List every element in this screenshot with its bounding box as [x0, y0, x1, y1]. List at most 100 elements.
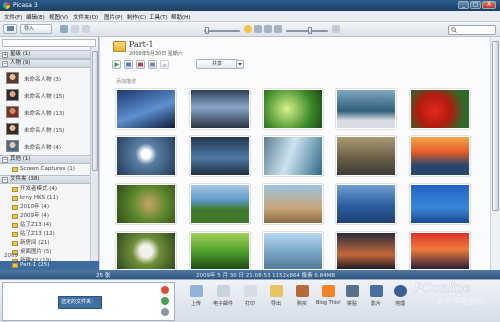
- folder-row[interactable]: 开发者模式 (4): [0, 185, 98, 194]
- tray-button-collage[interactable]: 拼贴: [342, 285, 362, 319]
- upload-button[interactable]: [148, 60, 157, 69]
- photo-thumbnail[interactable]: [190, 184, 250, 224]
- photo-thumbnail[interactable]: [410, 136, 470, 176]
- zoom-slider-track[interactable]: [286, 30, 328, 32]
- photo-thumbnail[interactable]: [116, 89, 176, 129]
- filter-slider-knob[interactable]: [205, 27, 209, 34]
- maximize-button[interactable]: □: [470, 1, 481, 9]
- photo-thumbnail[interactable]: [263, 184, 323, 224]
- folder-row[interactable]: 站了Z13 (4): [0, 221, 98, 230]
- menu-create[interactable]: 制作(C): [127, 13, 146, 21]
- photo-thumbnail[interactable]: [116, 184, 176, 224]
- folder-row[interactable]: krny HKS (11): [0, 194, 98, 203]
- title-bar: Picasa 3 _ □ X: [0, 0, 500, 11]
- collapse-toggle-icon[interactable]: −: [2, 61, 8, 67]
- hold-icon[interactable]: [161, 286, 169, 294]
- menu-file[interactable]: 文件(F): [4, 13, 22, 21]
- list-view-icon[interactable]: [71, 25, 79, 33]
- collage-button[interactable]: [136, 60, 145, 69]
- photo-thumbnail[interactable]: [336, 232, 396, 270]
- filter-slider-track[interactable]: [204, 30, 240, 32]
- share-dropdown[interactable]: [236, 60, 244, 69]
- photo-thumbnail[interactable]: [263, 232, 323, 270]
- menu-view[interactable]: 视图(V): [49, 13, 68, 21]
- grid-view-icon[interactable]: [60, 25, 68, 33]
- sidebar-scroll-thumb[interactable]: [92, 51, 98, 171]
- lock-button[interactable]: [160, 60, 169, 69]
- person-row[interactable]: 未命名人物 (4): [0, 139, 98, 153]
- tray-button-blog[interactable]: Blog This!: [316, 285, 341, 319]
- photo-thumbnail[interactable]: [116, 232, 176, 270]
- add-icon[interactable]: [161, 297, 169, 305]
- minimize-button[interactable]: _: [458, 1, 469, 9]
- person-row[interactable]: 未命名人物 (13): [0, 105, 98, 119]
- photo-thumbnail[interactable]: [336, 136, 396, 176]
- tray-button-movie[interactable]: 影片: [366, 285, 386, 319]
- folder-screen-captures[interactable]: Screen Captures (1): [0, 165, 98, 174]
- menu-edit[interactable]: 编辑(E): [26, 13, 45, 21]
- tray-button-email[interactable]: 电子邮件: [213, 285, 233, 319]
- sidebar-section-other[interactable]: − 其他 (1): [0, 155, 98, 164]
- selected-folder-part1[interactable]: Part-1 (25): [0, 261, 99, 270]
- menu-folder[interactable]: 文件夹(O): [73, 13, 98, 21]
- face-filter-icon[interactable]: [264, 25, 272, 33]
- photo-thumbnail[interactable]: [190, 232, 250, 270]
- folder-icon: [12, 196, 18, 201]
- search-input[interactable]: [448, 25, 496, 35]
- folder-row[interactable]: 2009年 (4): [0, 212, 98, 221]
- sidebar-section-people[interactable]: − 人物 (9): [0, 59, 98, 68]
- photo-thumbnail[interactable]: [190, 136, 250, 176]
- play-slideshow-button[interactable]: [112, 60, 121, 69]
- tray-selection-panel[interactable]: 选定的文件夹：25照片: [2, 282, 175, 321]
- person-row[interactable]: 未命名人物 (3): [0, 71, 98, 85]
- expand-toggle-icon[interactable]: +: [2, 52, 8, 58]
- folder-row[interactable]: 2010年 (4): [0, 203, 98, 212]
- clear-icon[interactable]: [161, 308, 169, 316]
- menu-picture[interactable]: 图片(P): [104, 13, 123, 21]
- tray-button-export[interactable]: 导出: [266, 285, 286, 319]
- close-button[interactable]: X: [482, 1, 496, 9]
- tray-button-label: 购买: [296, 301, 307, 307]
- new-album-button[interactable]: [3, 24, 17, 34]
- person-row[interactable]: 未命名人物 (15): [0, 122, 98, 136]
- import-button[interactable]: 导入: [20, 24, 52, 34]
- folder-row[interactable]: 新房间 (21): [0, 239, 98, 248]
- geo-filter-icon[interactable]: [274, 25, 282, 33]
- photo-grid-scroll-thumb[interactable]: [492, 41, 499, 211]
- photo-thumbnail[interactable]: [336, 89, 396, 129]
- tray-button-print[interactable]: 打印: [240, 285, 260, 319]
- photo-thumbnail[interactable]: [263, 89, 323, 129]
- photo-grid-scrollbar[interactable]: [490, 37, 500, 270]
- tray-button-shop[interactable]: 购买: [292, 285, 312, 319]
- photo-thumbnail[interactable]: [116, 136, 176, 176]
- folder-view-icon[interactable]: [82, 25, 90, 33]
- album-title: Part-1: [129, 40, 154, 49]
- tray-button-upload[interactable]: 上传: [186, 285, 206, 319]
- photo-thumbnail[interactable]: [263, 136, 323, 176]
- edit-icon: [126, 62, 131, 67]
- sidebar-section-starred[interactable]: + 星级 (1): [0, 50, 98, 59]
- face-thumbnail: [6, 72, 19, 84]
- tray-button-geotag[interactable]: 地理: [390, 285, 410, 319]
- sidebar-scrollbar[interactable]: [90, 47, 98, 270]
- menu-help[interactable]: 帮助(H): [171, 13, 190, 21]
- edit-button[interactable]: [124, 60, 133, 69]
- collapse-toggle-icon[interactable]: −: [2, 157, 8, 163]
- menu-tools[interactable]: 工具(T): [149, 13, 168, 21]
- photo-thumbnail[interactable]: [190, 89, 250, 129]
- status-bar: 25 张 2009年 5 月 30 日 21:08:53 1152x864 像素…: [0, 270, 500, 279]
- sidebar-section-folders[interactable]: − 文件夹 (38): [0, 175, 98, 184]
- collapse-toggle-icon[interactable]: −: [2, 177, 8, 183]
- person-row[interactable]: 未命名人物 (15): [0, 88, 98, 102]
- sidebar-search-input[interactable]: [2, 39, 96, 47]
- photo-thumbnail[interactable]: [410, 89, 470, 129]
- photo-thumbnail[interactable]: [410, 184, 470, 224]
- star-filter-icon[interactable]: [244, 25, 252, 33]
- folder-row[interactable]: 站了Z13 (12): [0, 230, 98, 239]
- photo-thumbnail[interactable]: [410, 232, 470, 270]
- zoom-slider-knob[interactable]: [308, 27, 312, 34]
- photo-thumbnail[interactable]: [336, 184, 396, 224]
- video-filter-icon[interactable]: [254, 25, 262, 33]
- share-button[interactable]: 共享: [196, 59, 238, 69]
- zoom-in-icon[interactable]: [332, 25, 340, 33]
